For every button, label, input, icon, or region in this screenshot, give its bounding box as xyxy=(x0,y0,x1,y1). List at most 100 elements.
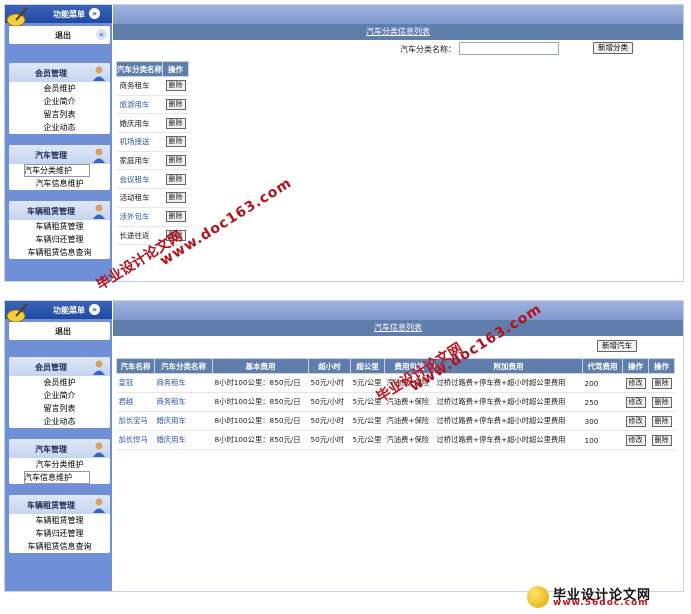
table-row: 会议租车 删除 xyxy=(116,169,189,190)
action-cell: 修改 xyxy=(622,430,649,450)
delete-button[interactable]: 删除 xyxy=(651,377,672,389)
menu-group-header[interactable]: 车辆租赁管理 xyxy=(9,201,110,220)
car-category-cell: 商务租车 xyxy=(154,373,213,393)
action-cell: 删除 xyxy=(648,392,675,412)
table-row: 涉外包车 删除 xyxy=(116,207,189,227)
add-category-button[interactable]: 新增分类 xyxy=(593,42,633,54)
edit-button[interactable]: 修改 xyxy=(625,415,646,427)
car-category-cell: 婚庆用车 xyxy=(154,430,213,450)
sidebar-menu: 功能菜单 » 退出 « 会员管理 会员维护 企业简介 留言列表 企业动态 汽车管… xyxy=(5,5,112,281)
page-title-link[interactable]: 汽车信息列表 xyxy=(374,323,422,332)
base-fee: 8小时100公里：850元/日 xyxy=(214,378,301,387)
delete-button[interactable]: 删除 xyxy=(651,434,672,446)
menu-item-company-intro[interactable]: 企业简介 xyxy=(9,389,110,402)
menu-item-return-manage[interactable]: 车辆归还管理 xyxy=(9,527,110,540)
logout-label: 退出 xyxy=(55,31,71,40)
category-name[interactable]: 会议租车 xyxy=(120,175,150,184)
car-name-cell: 加长宝马 xyxy=(116,411,155,431)
category-name[interactable]: 机场接送 xyxy=(120,137,150,146)
menu-item-rental-query[interactable]: 车辆租赁信息查询 xyxy=(9,246,110,259)
menu-group-header[interactable]: 车辆租赁管理 xyxy=(9,495,110,514)
column-header: 附加费用 xyxy=(434,358,583,374)
logout-button[interactable]: 退出 « xyxy=(9,26,110,44)
menu-item-car-category[interactable]: 汽车分类维护 xyxy=(24,164,90,177)
category-name-input[interactable] xyxy=(459,42,559,55)
table-row: 皇冠 商务租车 8小时100公里：850元/日 50元/小时 5元/公里 汽油费+保险 过桥… xyxy=(116,373,675,393)
menu-item-rental-manage[interactable]: 车辆租赁管理 xyxy=(9,514,110,527)
delete-button[interactable]: 删除 xyxy=(165,136,186,148)
page-title-bar: 汽车分类信息列表 xyxy=(113,24,683,40)
menu-item-rental-query[interactable]: 车辆租赁信息查询 xyxy=(9,540,110,553)
car-category-cell: 婚庆用车 xyxy=(154,411,213,431)
category-name-cell: 长途往返 xyxy=(116,226,163,246)
category-name: 长途往返 xyxy=(119,230,150,240)
menu-item-car-category[interactable]: 汽车分类维护 xyxy=(9,458,110,471)
table-row: 家庭用车 删除 xyxy=(116,151,189,171)
over-km-fee: 5元/公里 xyxy=(352,435,382,444)
over-hour-fee-cell: 50元/小时 xyxy=(308,430,351,450)
edit-button[interactable]: 修改 xyxy=(625,396,646,408)
delete-button[interactable]: 删除 xyxy=(165,99,186,111)
menu-item-company-intro[interactable]: 企业简介 xyxy=(9,95,110,108)
car-name-cell: 加长悍马 xyxy=(116,430,155,450)
car-name: 君越 xyxy=(118,397,134,406)
user-icon xyxy=(93,442,105,457)
car-name-cell: 君越 xyxy=(116,392,155,412)
driver-fee: 250 xyxy=(584,397,599,407)
collapse-down-icon[interactable]: » xyxy=(89,304,100,315)
over-km-fee: 5元/公里 xyxy=(352,416,382,425)
menu-item-car-info[interactable]: 汽车信息维护 xyxy=(24,471,90,484)
column-header: 汽车分类名称 xyxy=(116,61,163,77)
menu-group-rental: 车辆租赁管理 车辆租赁管理 车辆归还管理 车辆租赁信息查询 xyxy=(9,495,110,553)
logout-button[interactable]: 退出 xyxy=(9,322,110,340)
category-name-cell: 家庭用车 xyxy=(116,151,163,171)
category-name[interactable]: 涉外包车 xyxy=(120,212,150,221)
delete-button[interactable]: 删除 xyxy=(165,117,186,129)
collapse-left-icon[interactable]: « xyxy=(96,29,107,40)
add-car-button[interactable]: 新增汽车 xyxy=(597,340,637,352)
edit-button[interactable]: 修改 xyxy=(625,377,646,389)
page-title-bar: 汽车信息列表 xyxy=(113,320,683,336)
delete-button[interactable]: 删除 xyxy=(165,173,186,185)
menu-item-rental-manage[interactable]: 车辆租赁管理 xyxy=(9,220,110,233)
collapse-down-icon[interactable]: » xyxy=(89,8,100,19)
delete-button[interactable]: 删除 xyxy=(165,155,186,167)
delete-button[interactable]: 删除 xyxy=(651,415,672,427)
delete-button[interactable]: 删除 xyxy=(165,80,186,92)
menu-group-car: 汽车管理 汽车分类维护 汽车信息维护 xyxy=(9,145,110,190)
menu-group-header[interactable]: 会员管理 xyxy=(9,357,110,376)
menu-group-car: 汽车管理 汽车分类维护 汽车信息维护 xyxy=(9,439,110,484)
menu-item-message-list[interactable]: 留言列表 xyxy=(9,108,110,121)
menu-item-car-info[interactable]: 汽车信息维护 xyxy=(9,177,110,190)
menu-item-member-maintain[interactable]: 会员维护 xyxy=(9,376,110,389)
menu-item-member-maintain[interactable]: 会员维护 xyxy=(9,82,110,95)
over-km-fee-cell: 5元/公里 xyxy=(350,373,385,393)
table-row: 旅游用车 删除 xyxy=(116,95,189,115)
column-header: 基本费用 xyxy=(212,358,309,374)
category-name: 活动租车 xyxy=(119,193,150,203)
menu-item-company-news[interactable]: 企业动态 xyxy=(9,121,110,134)
over-hour-fee-cell: 50元/小时 xyxy=(308,373,351,393)
category-name[interactable]: 旅游用车 xyxy=(120,100,150,109)
delete-button[interactable]: 删除 xyxy=(165,211,186,223)
action-cell: 删除 xyxy=(162,76,189,96)
driver-fee-cell: 100 xyxy=(582,430,623,450)
menu-item-message-list[interactable]: 留言列表 xyxy=(9,402,110,415)
car-category: 商务租车 xyxy=(156,378,186,387)
menu-group-header[interactable]: 汽车管理 xyxy=(9,439,110,458)
car-name: 加长悍马 xyxy=(118,435,148,444)
delete-button[interactable]: 删除 xyxy=(651,396,672,408)
delete-button[interactable]: 删除 xyxy=(165,229,186,241)
delete-button[interactable]: 删除 xyxy=(165,192,186,204)
action-cell: 删除 xyxy=(162,113,189,134)
main-content: 汽车分类信息列表 汽车分类名称： 新增分类 汽车分类名称 操作 商务租车 删除 旅游… xyxy=(113,5,683,281)
column-header: 操作 xyxy=(162,61,189,77)
category-name-cell: 婚庆用车 xyxy=(116,113,163,134)
menu-group-header[interactable]: 汽车管理 xyxy=(9,145,110,164)
menu-item-company-news[interactable]: 企业动态 xyxy=(9,415,110,428)
menu-group-header[interactable]: 会员管理 xyxy=(9,63,110,82)
edit-button[interactable]: 修改 xyxy=(625,434,646,446)
page-title-link[interactable]: 汽车分类信息列表 xyxy=(366,27,430,36)
menu-item-return-manage[interactable]: 车辆归还管理 xyxy=(9,233,110,246)
action-cell: 删除 xyxy=(162,226,189,246)
